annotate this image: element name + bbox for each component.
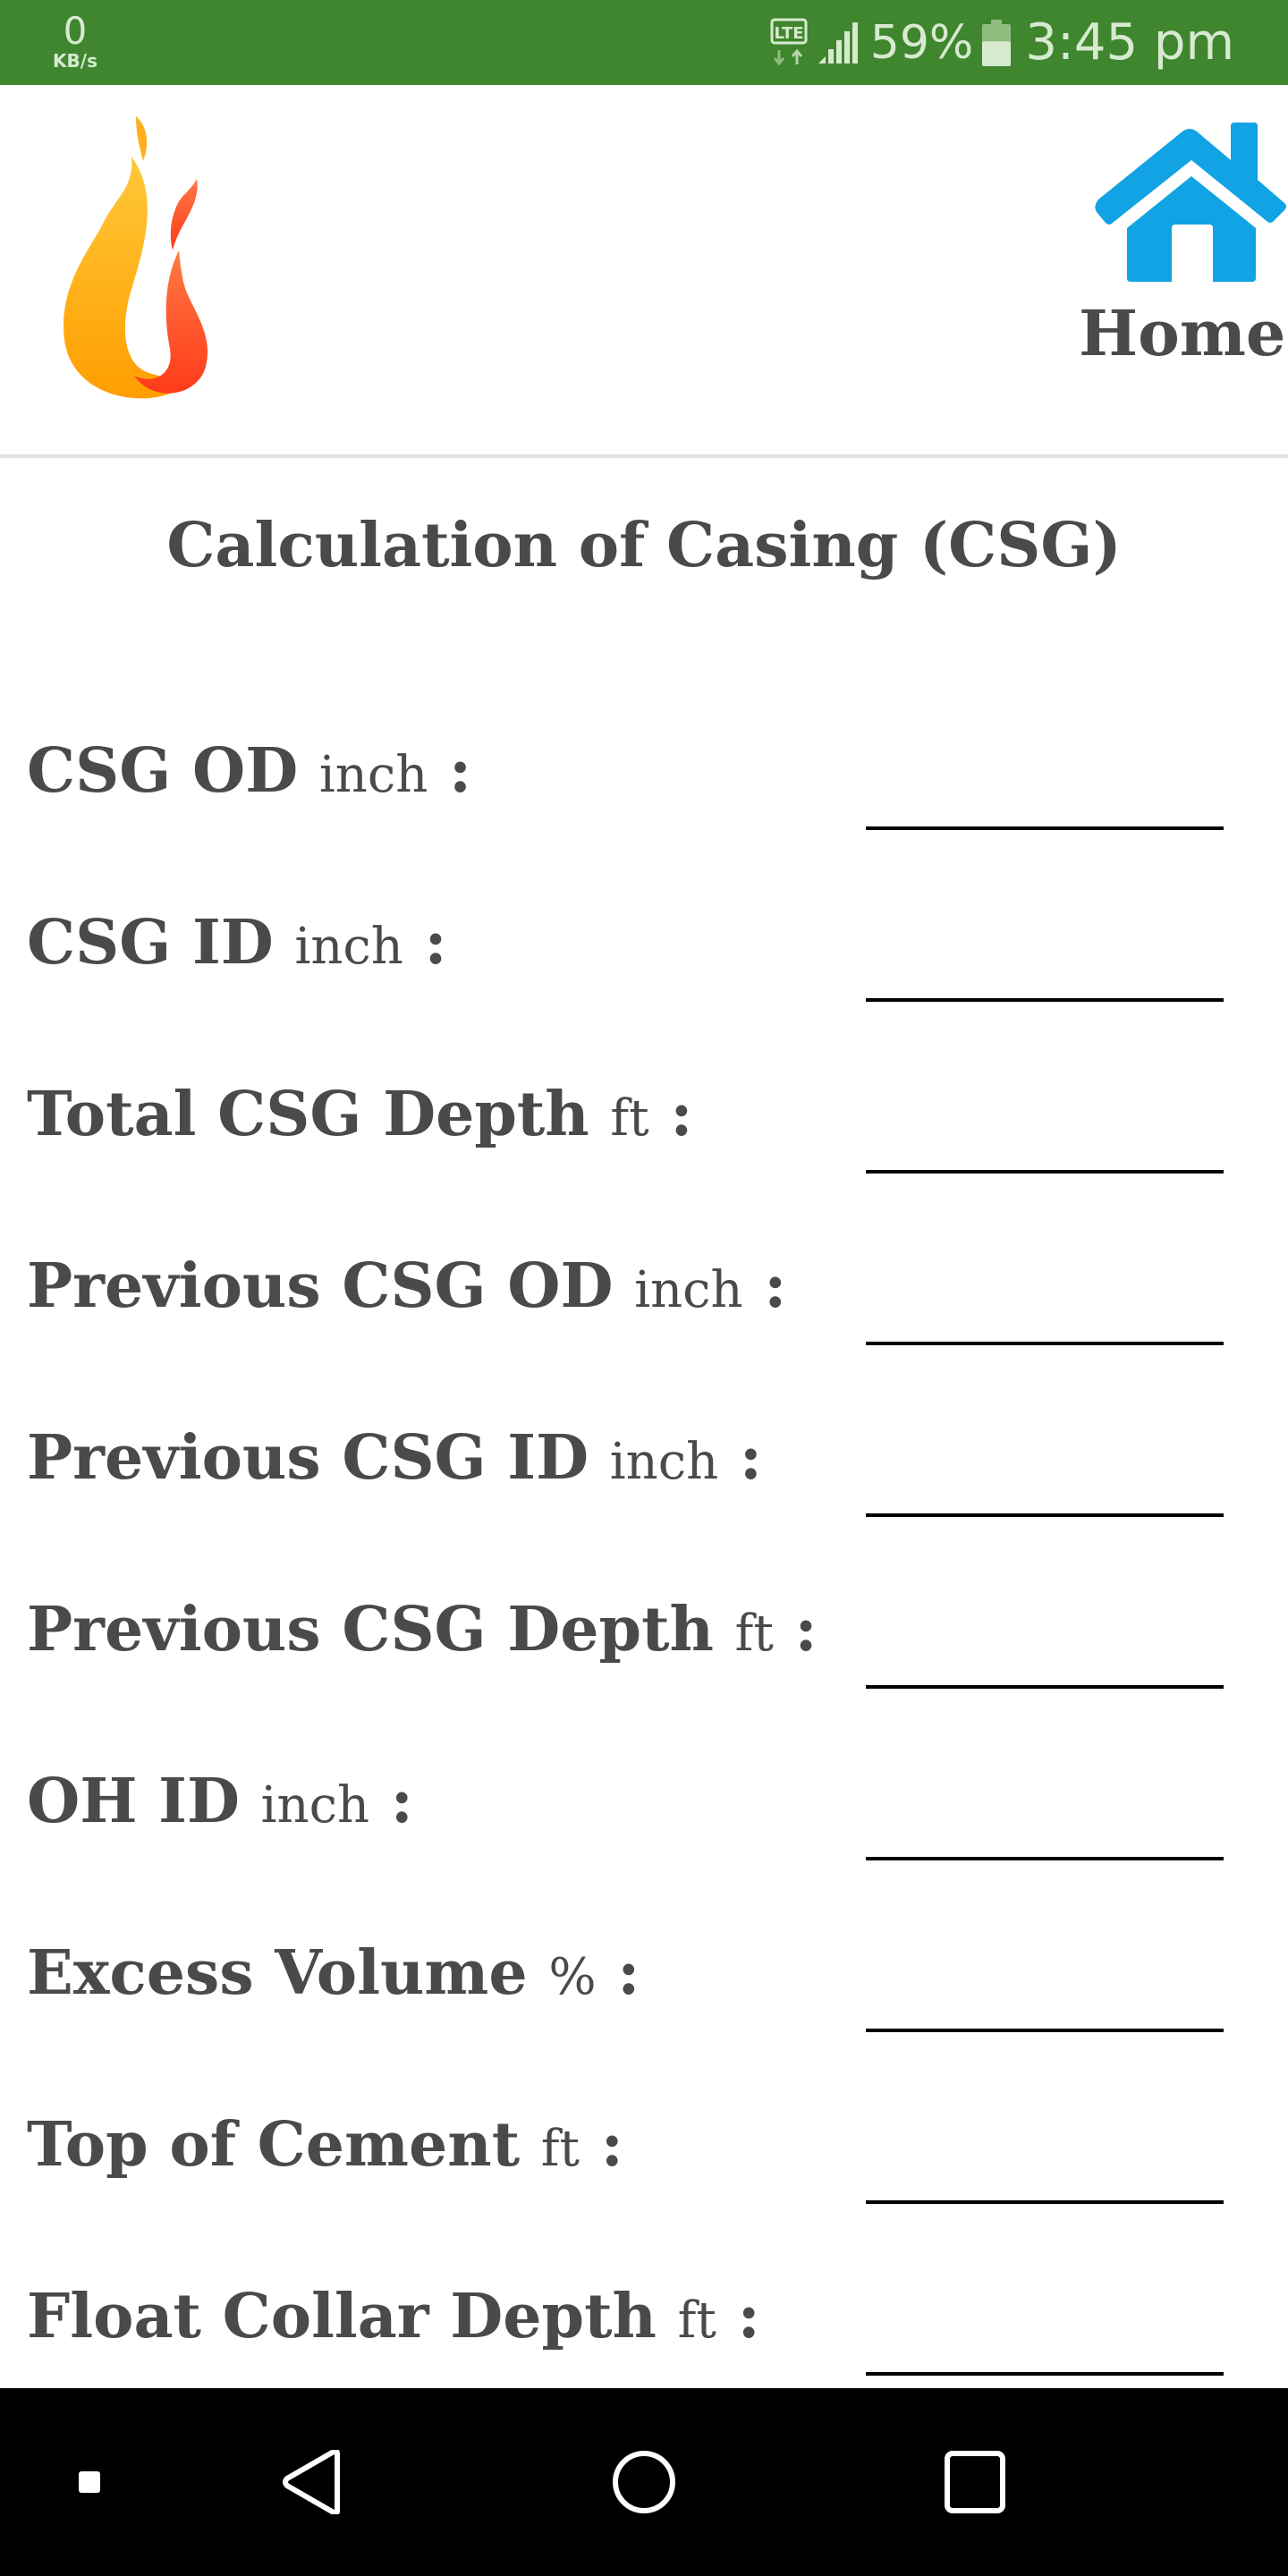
previous-csg-id-input[interactable] (866, 1445, 1224, 1517)
csg-od-input[interactable] (866, 758, 1224, 830)
label-text: CSG ID (27, 907, 274, 979)
form-row-excess-volume: Excess Volume % : (0, 1943, 1288, 2114)
back-button[interactable] (259, 2388, 367, 2576)
field-label: Total CSG Depth ft : (27, 1084, 692, 1145)
label-text: CSG OD (27, 735, 299, 807)
colon: : (617, 1937, 640, 2009)
form-row-csg-id: CSG ID inch : (0, 912, 1288, 1084)
flame-logo-icon (64, 116, 208, 399)
home-button[interactable]: Home (1073, 121, 1288, 389)
unit-text: inch (609, 1433, 719, 1491)
status-icons: LTE 59% 3:45 pm (770, 0, 1234, 85)
unit-text: inch (260, 1776, 370, 1835)
label-text: Float Collar Depth (27, 2281, 657, 2352)
previous-csg-depth-input[interactable] (866, 1617, 1224, 1689)
battery-percentage: 59% (869, 15, 974, 70)
form-row-previous-csg-id: Previous CSG ID inch : (0, 1428, 1288, 1599)
top-of-cement-input[interactable] (866, 2132, 1224, 2204)
unit-text: ft (677, 2292, 716, 2350)
previous-csg-od-input[interactable] (866, 1274, 1224, 1345)
field-label: Float Collar Depth ft : (27, 2286, 760, 2347)
form-row-top-of-cement: Top of Cement ft : (0, 2114, 1288, 2286)
house-icon (1095, 123, 1286, 282)
home-nav-button[interactable] (590, 2388, 698, 2576)
csg-id-input[interactable] (866, 930, 1224, 1002)
lte-icon: LTE (770, 18, 808, 65)
colon: : (670, 1079, 693, 1150)
form-row-oh-id: OH ID inch : (0, 1771, 1288, 1943)
battery-icon (982, 19, 1012, 66)
recents-button[interactable] (921, 2388, 1029, 2576)
form-row-previous-csg-od: Previous CSG OD inch : (0, 1256, 1288, 1428)
form-row-csg-od: CSG OD inch : (0, 741, 1288, 912)
unit-text: ft (540, 2120, 580, 2178)
field-label: Previous CSG OD inch : (27, 1256, 786, 1317)
field-label: Previous CSG Depth ft : (27, 1599, 818, 1660)
colon: : (600, 2109, 623, 2181)
label-text: Total CSG Depth (27, 1079, 589, 1150)
colon: : (424, 907, 447, 979)
form-row-previous-csg-depth: Previous CSG Depth ft : (0, 1599, 1288, 1771)
label-text: Top of Cement (27, 2109, 521, 2181)
excess-volume-input[interactable] (866, 1961, 1224, 2032)
app-header: Home (0, 85, 1288, 456)
home-circle-icon (613, 2451, 675, 2513)
label-text: Previous CSG ID (27, 1422, 589, 1494)
unit-text: inch (634, 1261, 743, 1319)
colon: : (739, 1422, 762, 1494)
form-row-total-csg-depth: Total CSG Depth ft : (0, 1084, 1288, 1256)
unit-text: inch (294, 918, 403, 976)
status-bar: 0 KB/s LTE 59% 3:45 pm (0, 0, 1288, 85)
field-label: Previous CSG ID inch : (27, 1428, 762, 1488)
header-divider (0, 454, 1288, 458)
menu-dot-icon (79, 2471, 100, 2493)
network-speed-unit: KB/s (53, 50, 97, 72)
oh-id-input[interactable] (866, 1789, 1224, 1860)
float-collar-depth-input[interactable] (866, 2304, 1224, 2376)
home-label: Home (1079, 296, 1286, 370)
unit-text: ft (610, 1089, 649, 1148)
field-label: CSG ID inch : (27, 912, 447, 973)
colon: : (794, 1594, 818, 1665)
field-label: Excess Volume % : (27, 1943, 640, 2004)
network-speed-value: 0 (63, 9, 88, 53)
clock: 3:45 pm (1025, 13, 1234, 72)
menu-dot-button[interactable] (54, 2388, 125, 2576)
network-speed-indicator: 0 KB/s (47, 9, 104, 72)
unit-text: ft (734, 1605, 774, 1663)
label-text: Previous CSG OD (27, 1250, 614, 1322)
label-text: Previous CSG Depth (27, 1594, 714, 1665)
label-text: OH ID (27, 1766, 240, 1837)
signal-strength-icon (818, 21, 858, 64)
total-csg-depth-input[interactable] (866, 1102, 1224, 1174)
colon: : (390, 1766, 413, 1837)
colon: : (764, 1250, 787, 1322)
unit-text: % (548, 1948, 597, 2006)
lte-label: LTE (774, 24, 803, 43)
colon: : (737, 2281, 760, 2352)
page-title: Calculation of Casing (CSG) (166, 510, 1122, 581)
unit-text: inch (318, 746, 428, 804)
field-label: Top of Cement ft : (27, 2114, 623, 2175)
system-navigation-bar (0, 2388, 1288, 2576)
field-label: OH ID inch : (27, 1771, 413, 1832)
colon: : (448, 735, 472, 807)
field-label: CSG OD inch : (27, 741, 471, 801)
label-text: Excess Volume (27, 1937, 528, 2009)
back-triangle-icon (283, 2450, 340, 2514)
recents-square-icon (945, 2451, 1005, 2513)
